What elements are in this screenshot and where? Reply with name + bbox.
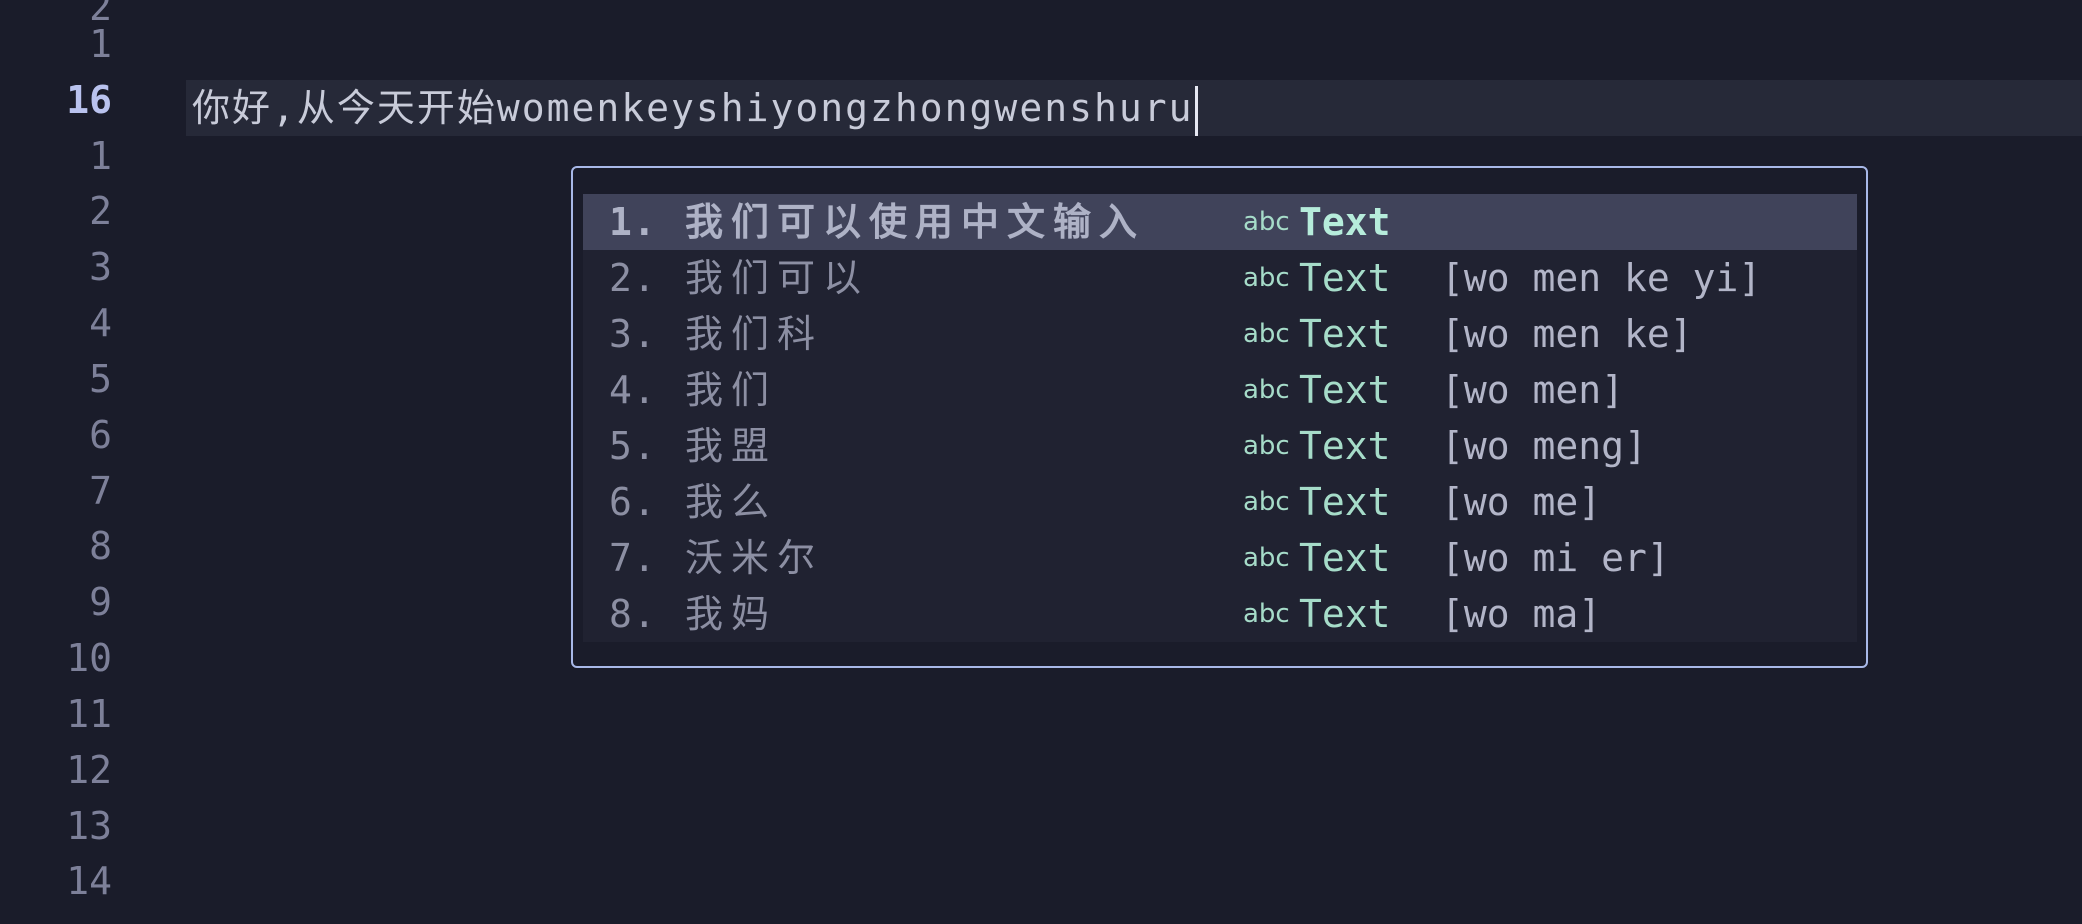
completion-item-candidate: 我们科: [685, 312, 824, 356]
completion-item-number: 3.: [609, 312, 657, 356]
completion-item-number: 5.: [609, 424, 657, 468]
text-kind-icon: abc: [1243, 207, 1290, 237]
completion-item-pinyin: [wo men ke yi]: [1441, 256, 1762, 300]
completion-item-selected[interactable]: 1. 我们可以使用中文输入 abc Text: [583, 194, 1857, 250]
text-kind-icon: abc: [1243, 543, 1290, 573]
completion-list: 1. 我们可以使用中文输入 abc Text 2. 我们可以 abc Text [wo men …: [583, 194, 1857, 642]
completion-item-kind: Text: [1299, 480, 1391, 524]
completion-item-number: 1.: [609, 200, 657, 244]
completion-item-candidate: 我们可以: [685, 256, 870, 300]
line-number: 4: [89, 301, 112, 346]
completion-item-candidate: 沃米尔: [685, 536, 824, 580]
text-kind-icon: abc: [1243, 487, 1290, 517]
completion-item-pinyin: [wo men ke]: [1441, 312, 1693, 356]
text-kind-icon: abc: [1243, 599, 1290, 629]
line-number-gutter: 2 1 16 1 2 3 4 5 6 7 8 9 10 11 12 13 14: [0, 0, 120, 924]
completion-item-candidate: 我妈: [685, 592, 778, 636]
line-number: 13: [66, 803, 112, 848]
line-number: 10: [66, 636, 112, 681]
completion-item[interactable]: 8. 我妈 abc Text [wo ma]: [583, 586, 1857, 642]
completion-item-kind: Text: [1299, 312, 1391, 356]
line-number: 2: [89, 189, 112, 234]
completion-item-number: 7.: [609, 536, 657, 580]
line-number: 3: [89, 245, 112, 290]
completion-item[interactable]: 5. 我盟 abc Text [wo meng]: [583, 418, 1857, 474]
completion-item-candidate: 我么: [685, 480, 778, 524]
completion-item-pinyin: [wo men]: [1441, 368, 1625, 412]
completion-item-kind: Text: [1299, 200, 1391, 244]
completion-item-candidate: 我们可以使用中文输入: [685, 200, 1146, 244]
text-kind-icon: abc: [1243, 431, 1290, 461]
completion-item-kind: Text: [1299, 368, 1391, 412]
line-number: 5: [89, 356, 112, 401]
completion-item-number: 8.: [609, 592, 657, 636]
completion-item-kind: Text: [1299, 592, 1391, 636]
completion-item-pinyin: [wo meng]: [1441, 424, 1647, 468]
line-number: 1: [89, 133, 112, 178]
line-number: 12: [66, 747, 112, 792]
completion-item-candidate: 我们: [685, 368, 778, 412]
editor-current-line[interactable]: 你好,从今天开始womenkeyshiyongzhongwenshuru: [192, 80, 1199, 136]
completion-item[interactable]: 7. 沃米尔 abc Text [wo mi er]: [583, 530, 1857, 586]
text-kind-icon: abc: [1243, 319, 1290, 349]
completion-popup: 1. 我们可以使用中文输入 abc Text 2. 我们可以 abc Text [wo men …: [571, 166, 1868, 668]
line-number: 1: [89, 21, 112, 66]
line-number: 11: [66, 691, 112, 736]
completion-item-kind: Text: [1299, 424, 1391, 468]
completion-item-kind: Text: [1299, 256, 1391, 300]
completion-item-number: 6.: [609, 480, 657, 524]
line-number-current: 16: [66, 77, 112, 122]
text-kind-icon: abc: [1243, 263, 1290, 293]
text-cursor: [1195, 85, 1199, 136]
completion-item-pinyin: [wo mi er]: [1441, 536, 1670, 580]
completion-item-number: 4.: [609, 368, 657, 412]
completion-item[interactable]: 4. 我们 abc Text [wo men]: [583, 362, 1857, 418]
completion-item[interactable]: 6. 我么 abc Text [wo me]: [583, 474, 1857, 530]
completion-item[interactable]: 2. 我们可以 abc Text [wo men ke yi]: [583, 250, 1857, 306]
completion-item-number: 2.: [609, 256, 657, 300]
completion-item-candidate: 我盟: [685, 424, 778, 468]
completion-item[interactable]: 3. 我们科 abc Text [wo men ke]: [583, 306, 1857, 362]
line-number: 7: [89, 468, 112, 513]
line-number: 14: [66, 859, 112, 904]
completion-item-pinyin: [wo ma]: [1441, 592, 1602, 636]
text-kind-icon: abc: [1243, 375, 1290, 405]
line-number: 9: [89, 580, 112, 625]
line-number: 8: [89, 524, 112, 569]
current-line-text: 你好,从今天开始womenkeyshiyongzhongwenshuru: [192, 86, 1194, 130]
completion-item-pinyin: [wo me]: [1441, 480, 1602, 524]
completion-item-kind: Text: [1299, 536, 1391, 580]
line-number: 6: [89, 412, 112, 457]
